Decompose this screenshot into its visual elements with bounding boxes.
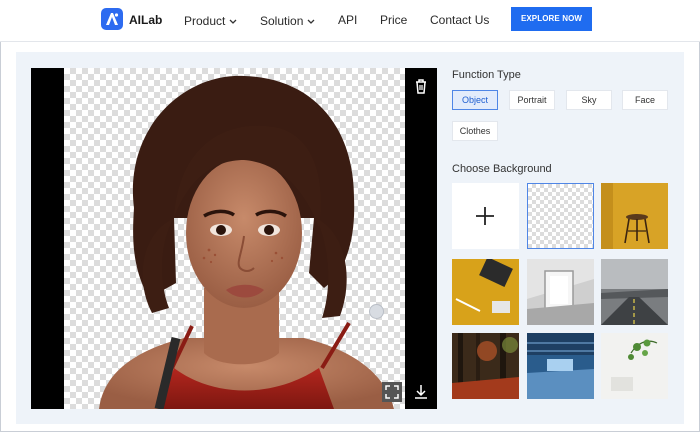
blue-hall-background-tile[interactable]	[527, 333, 594, 399]
ailab-logo-icon[interactable]	[101, 8, 123, 30]
plant-shelf-background-tile[interactable]	[601, 333, 668, 399]
function-object-button[interactable]: Object	[452, 90, 498, 110]
explore-now-button[interactable]: EXPLORE NOW	[511, 7, 592, 31]
yellow-stool-background-tile[interactable]	[601, 183, 668, 249]
nav-api[interactable]: API	[338, 13, 357, 27]
download-icon[interactable]	[411, 382, 431, 402]
function-type-title: Function Type	[452, 69, 521, 81]
nav-product[interactable]: Product	[184, 13, 237, 28]
white-frame-background-tile[interactable]	[527, 259, 594, 325]
function-face-button[interactable]: Face	[622, 90, 668, 110]
top-navbar: AILab Product Solution API Price Contact…	[0, 0, 700, 42]
chevron-down-icon	[229, 13, 237, 27]
chevron-down-icon	[307, 13, 315, 27]
function-portrait-button[interactable]: Portrait	[509, 90, 555, 110]
fullscreen-icon[interactable]	[382, 382, 402, 402]
nav-solution-label: Solution	[260, 14, 304, 28]
image-canvas[interactable]	[31, 68, 437, 409]
yellow-desk-background-tile[interactable]	[452, 259, 519, 325]
brand-name[interactable]: AILab	[129, 13, 162, 27]
nav-solution[interactable]: Solution	[260, 13, 315, 28]
autumn-forest-background-tile[interactable]	[452, 333, 519, 399]
nav-product-label: Product	[184, 14, 226, 28]
transparent-background-tile[interactable]	[527, 183, 594, 249]
road-background-tile[interactable]	[601, 259, 668, 325]
nav-price[interactable]: Price	[380, 13, 407, 27]
plus-icon	[476, 207, 494, 225]
compare-slider-handle[interactable]	[369, 304, 384, 319]
cutout-portrait-image	[99, 75, 394, 409]
function-clothes-button[interactable]: Clothes	[452, 121, 498, 141]
nav-contact-us[interactable]: Contact Us	[430, 13, 489, 27]
trash-icon[interactable]	[411, 76, 431, 96]
function-sky-button[interactable]: Sky	[566, 90, 612, 110]
add-background-tile[interactable]	[452, 183, 519, 249]
choose-background-title: Choose Background	[452, 163, 552, 175]
